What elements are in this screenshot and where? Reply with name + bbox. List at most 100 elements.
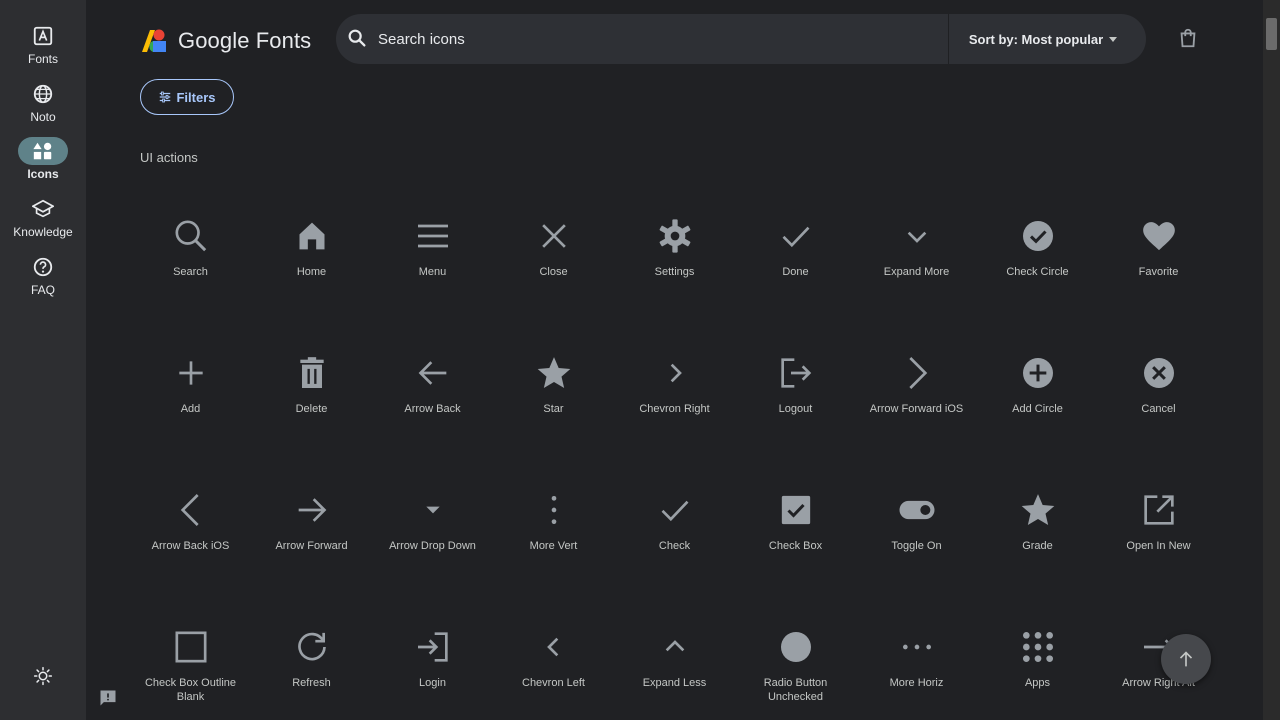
- check-icon: [654, 489, 696, 531]
- icon-card-check[interactable]: Check: [614, 469, 735, 606]
- section-title: UI actions: [140, 150, 198, 165]
- icon-name: Arrow Back: [404, 403, 461, 415]
- scrollbar-thumb[interactable]: [1266, 18, 1277, 50]
- fonts-icon: [18, 22, 68, 50]
- icon-card-add-circle[interactable]: Add Circle: [977, 332, 1098, 469]
- icon-card-done[interactable]: Done: [735, 195, 856, 332]
- icon-card-expand-more[interactable]: Expand More: [856, 195, 977, 332]
- icon-card-open-in-new[interactable]: Open In New: [1098, 469, 1219, 606]
- icon-card-delete[interactable]: Delete: [251, 332, 372, 469]
- done-icon: [775, 215, 817, 257]
- trash-icon: [291, 352, 333, 394]
- rail-label-faq: FAQ: [30, 283, 55, 297]
- icon-card-favorite[interactable]: Favorite: [1098, 195, 1219, 332]
- rail-label-fonts: Fonts: [27, 52, 58, 66]
- close-icon: [533, 215, 575, 257]
- add-circle-icon: [1017, 352, 1059, 394]
- icon-name: Arrow Back iOS: [151, 540, 230, 552]
- icon-card-menu[interactable]: Menu: [372, 195, 493, 332]
- icon-name: Delete: [295, 403, 328, 415]
- school-icon: [18, 195, 68, 223]
- icon-name: Open In New: [1126, 540, 1191, 552]
- icon-name: Logout: [778, 403, 813, 415]
- shapes-icon: [18, 137, 68, 165]
- icon-card-grade[interactable]: Grade: [977, 469, 1098, 606]
- icon-card-star[interactable]: Star: [493, 332, 614, 469]
- search-input[interactable]: [378, 14, 938, 64]
- icon-name: Check Box Outline Blank: [144, 677, 237, 703]
- shopping-bag-icon[interactable]: [1177, 27, 1201, 51]
- apps-icon: [1017, 626, 1059, 668]
- icon-card-check-circle[interactable]: Check Circle: [977, 195, 1098, 332]
- tune-icon: [160, 91, 171, 103]
- icon-card-search[interactable]: Search: [130, 195, 251, 332]
- rail-item-noto[interactable]: Noto: [0, 80, 86, 134]
- open-in-new-icon: [1138, 489, 1180, 531]
- check-box-outline-blank-icon: [170, 626, 212, 668]
- icon-card-toggle-on[interactable]: Toggle On: [856, 469, 977, 606]
- nav-rail: Fonts Noto Icons Knowledge FAQ: [0, 0, 86, 720]
- icon-name: Chevron Right: [639, 403, 710, 415]
- feedback-icon[interactable]: [98, 688, 118, 708]
- sun-icon[interactable]: [30, 663, 56, 689]
- check-circle-icon: [1017, 215, 1059, 257]
- heart-icon: [1138, 215, 1180, 257]
- icon-name: Check Circle: [1006, 266, 1069, 278]
- icon-card-more-vert[interactable]: More Vert: [493, 469, 614, 606]
- home-icon: [291, 215, 333, 257]
- icon-name: Check: [658, 540, 691, 552]
- scroll-to-top-button[interactable]: [1161, 634, 1211, 684]
- icon-card-arrow-back[interactable]: Arrow Back: [372, 332, 493, 469]
- icon-name: Home: [296, 266, 327, 278]
- icon-card-refresh[interactable]: Refresh: [251, 606, 372, 720]
- icon-card-chevron-right[interactable]: Chevron Right: [614, 332, 735, 469]
- rail-item-knowledge[interactable]: Knowledge: [0, 195, 86, 249]
- icon-card-login[interactable]: Login: [372, 606, 493, 720]
- globe-icon: [18, 80, 68, 108]
- icon-card-settings[interactable]: Settings: [614, 195, 735, 332]
- icon-name: Radio Button Unchecked: [763, 677, 828, 703]
- filters-button[interactable]: Filters: [140, 79, 234, 115]
- icon-card-home[interactable]: Home: [251, 195, 372, 332]
- icon-name: Grade: [1022, 540, 1053, 552]
- icon-name: Expand More: [883, 266, 950, 278]
- rail-item-fonts[interactable]: Fonts: [0, 22, 86, 76]
- toggle-on-icon: [896, 489, 938, 531]
- more-horiz-icon: [896, 626, 938, 668]
- icon-card-more-horiz[interactable]: More Horiz: [856, 606, 977, 720]
- search-icon[interactable]: [346, 27, 370, 51]
- add-icon: [170, 352, 212, 394]
- gear-icon: [654, 215, 696, 257]
- icon-card-arrow-drop-down[interactable]: Arrow Drop Down: [372, 469, 493, 606]
- icon-card-radio-button-unchecked[interactable]: Radio Button Unchecked: [735, 606, 856, 720]
- icon-card-check-box-outline-blank[interactable]: Check Box Outline Blank: [130, 606, 251, 720]
- icon-name: Star: [543, 403, 564, 415]
- page-scrollbar[interactable]: [1263, 0, 1280, 720]
- rail-item-icons[interactable]: Icons: [0, 137, 86, 191]
- icon-card-close[interactable]: Close: [493, 195, 614, 332]
- sort-dropdown[interactable]: Sort by: Most popular: [958, 14, 1128, 64]
- chevron-down-icon: [1109, 36, 1118, 42]
- google-fonts-logo[interactable]: Google Fonts: [140, 26, 311, 56]
- icon-card-arrow-back-ios[interactable]: Arrow Back iOS: [130, 469, 251, 606]
- icon-card-expand-less[interactable]: Expand Less: [614, 606, 735, 720]
- icon-card-apps[interactable]: Apps: [977, 606, 1098, 720]
- sort-label: Sort by: Most popular: [968, 31, 1104, 47]
- icon-card-logout[interactable]: Logout: [735, 332, 856, 469]
- icon-card-chevron-left[interactable]: Chevron Left: [493, 606, 614, 720]
- icon-name: Settings: [654, 266, 695, 278]
- icon-name: Arrow Forward: [275, 540, 348, 552]
- icon-card-check-box[interactable]: Check Box: [735, 469, 856, 606]
- arrow-back-ios-icon: [170, 489, 212, 531]
- logout-icon: [775, 352, 817, 394]
- icon-card-cancel[interactable]: Cancel: [1098, 332, 1219, 469]
- help-icon: [18, 253, 68, 281]
- icon-card-arrow-forward-ios[interactable]: Arrow Forward iOS: [856, 332, 977, 469]
- rail-item-faq[interactable]: FAQ: [0, 253, 86, 307]
- arrow-upward-icon: [1179, 651, 1193, 667]
- search-icon: [170, 215, 212, 257]
- icon-card-arrow-forward[interactable]: Arrow Forward: [251, 469, 372, 606]
- icon-card-add[interactable]: Add: [130, 332, 251, 469]
- rail-label-noto: Noto: [30, 110, 56, 124]
- icon-name: More Vert: [529, 540, 578, 552]
